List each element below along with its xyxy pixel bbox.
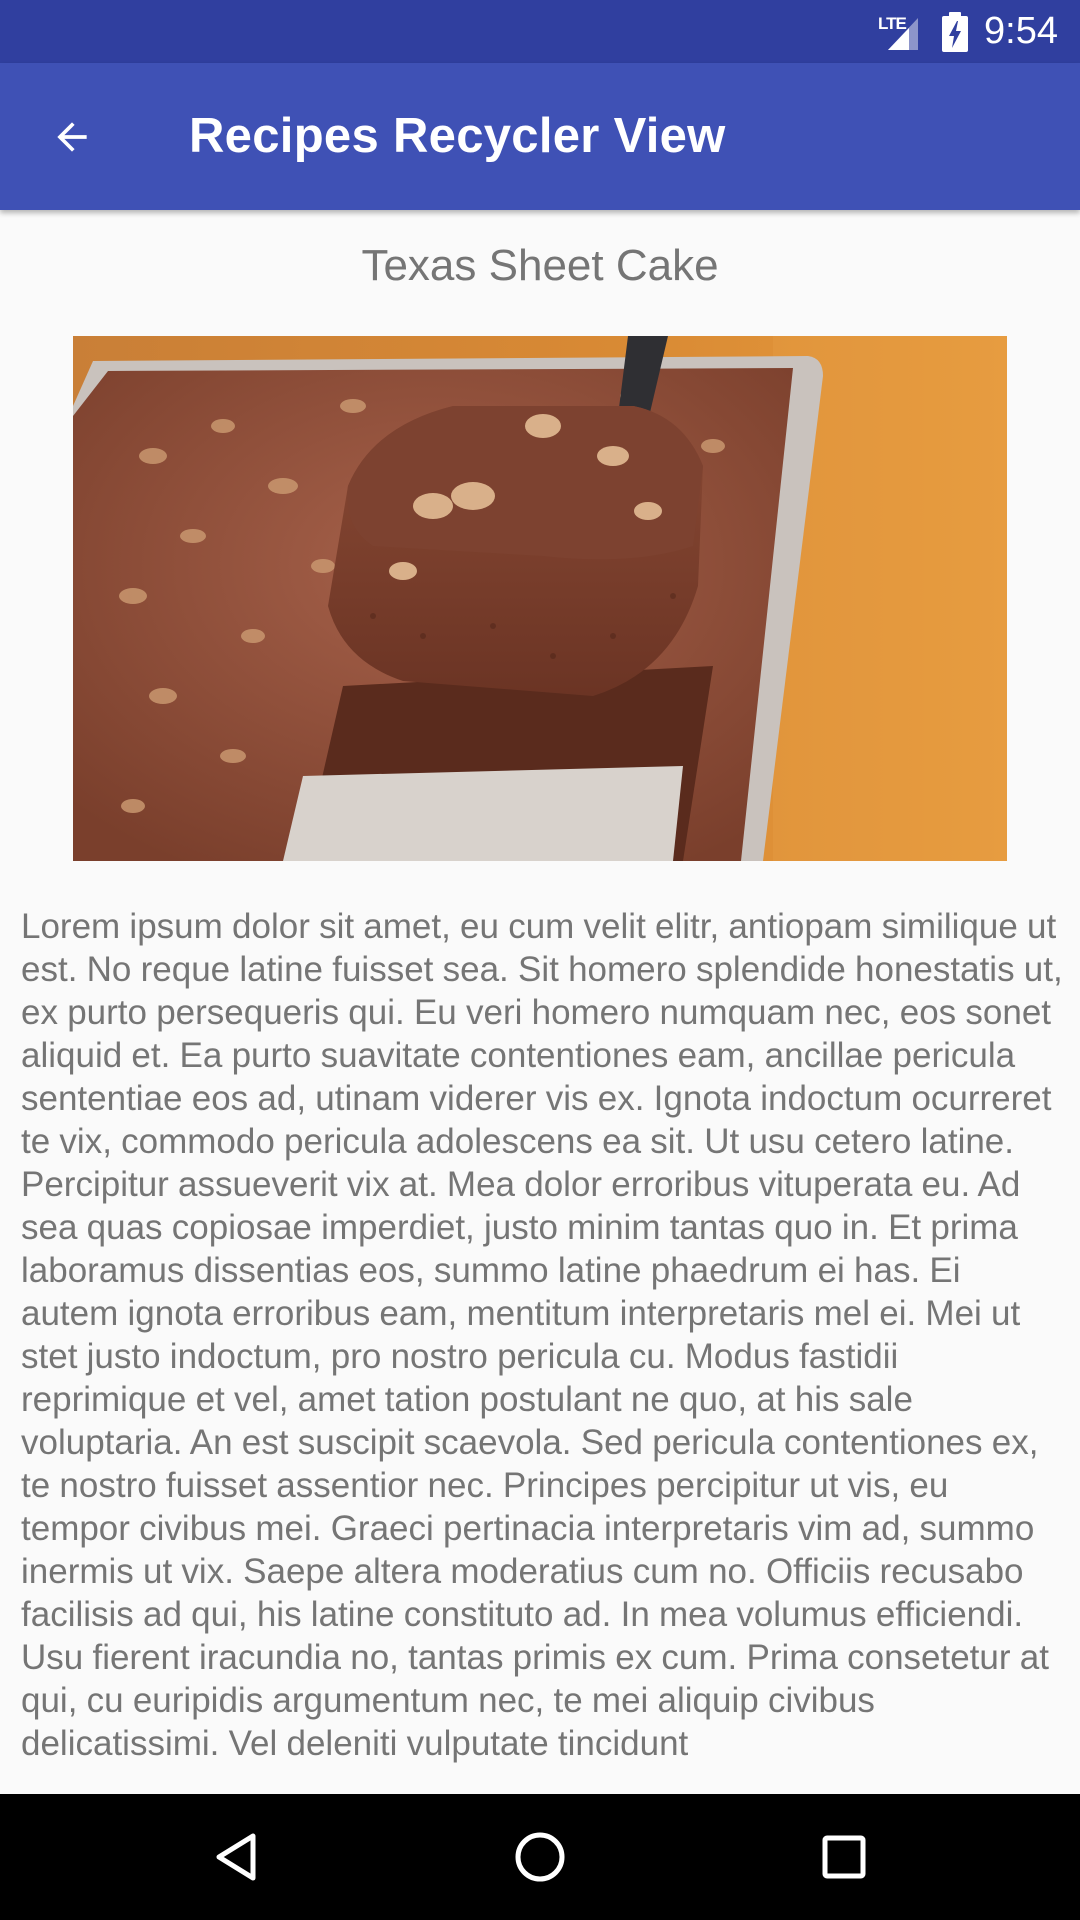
battery-charging-icon	[942, 11, 969, 52]
arrow-back-icon	[57, 122, 87, 152]
recipe-title: Texas Sheet Cake	[361, 241, 719, 290]
back-button[interactable]	[32, 101, 112, 173]
nav-home-button[interactable]	[480, 1812, 600, 1902]
recipe-description: Lorem ipsum dolor sit amet, eu cum velit…	[21, 907, 1063, 1763]
nav-recents-button[interactable]	[784, 1812, 904, 1902]
app-title: Recipes Recycler View	[189, 109, 726, 163]
nav-back-button[interactable]	[176, 1812, 296, 1902]
recipe-detail[interactable]: Texas Sheet Cake Lorem ipsum dolor sit a…	[0, 210, 1080, 1794]
navigation-bar	[0, 1794, 1080, 1920]
recents-square-icon	[822, 1835, 866, 1879]
app-bar: Recipes Recycler View	[0, 63, 1080, 210]
recipe-image	[73, 336, 1007, 861]
back-triangle-icon	[216, 1833, 256, 1881]
status-icons: LTE 9:54	[878, 0, 1058, 63]
lte-signal-icon: LTE	[878, 12, 926, 52]
status-clock: 9:54	[984, 10, 1058, 52]
status-bar: LTE 9:54	[0, 0, 1080, 63]
home-circle-icon	[515, 1832, 565, 1882]
